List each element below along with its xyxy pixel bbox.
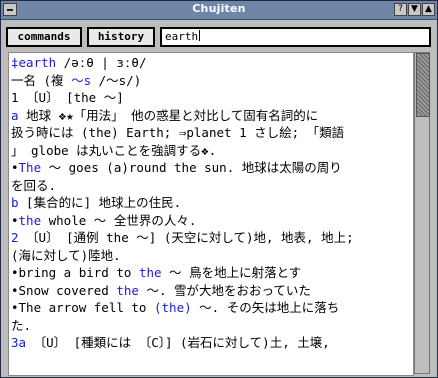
maximize-button[interactable]: ▲ bbox=[422, 3, 435, 16]
definition-line: •the whole ～ 全世界の人々. bbox=[11, 212, 413, 230]
highlighted-term: 2 bbox=[11, 230, 19, 245]
window-title: Chujiten bbox=[192, 2, 246, 15]
definition-text-segment: • bbox=[11, 212, 19, 228]
definition-text-segment: 一名 (複 bbox=[11, 72, 72, 88]
title-bar[interactable]: Chujiten ? ▼ ▲ bbox=[1, 1, 437, 20]
definition-line: •bring a bird to the ～ 鳥を地上に射落とす bbox=[11, 264, 413, 282]
scrollbar-thumb[interactable] bbox=[416, 53, 430, 117]
highlighted-term: b bbox=[11, 195, 19, 210]
definition-line: •Snow covered the ～. 雪が大地をおおっていた bbox=[11, 282, 413, 300]
definition-text-segment: 扱う時には (the) Earth; ⇒planet 1 さし絵; 「類語 bbox=[11, 125, 345, 140]
definition-text-segment: 〔U〕 [通例 the ～] (天空に対して)地, 地表, 地上; bbox=[18, 230, 354, 245]
definition-line: 一名 (複 ～s /～s/) bbox=[11, 72, 413, 90]
definition-line: 」 globe は丸いことを強調する❖. bbox=[11, 142, 413, 160]
definition-text-segment: [集合的に] 地球上の住民. bbox=[18, 195, 182, 210]
definition-text-segment: ～ goes (a)round the sun. 地球は太陽の周り bbox=[41, 160, 342, 175]
definition-text-segment: whole ～ 全世界の人々. bbox=[41, 212, 197, 228]
definition-text-segment: 」 globe は丸いことを強調する❖. bbox=[11, 142, 217, 158]
highlighted-term: the bbox=[116, 282, 139, 298]
search-input-value: earth bbox=[165, 30, 199, 43]
definition-text-segment: /～s/) bbox=[91, 72, 142, 88]
definition-line: •The ～ goes (a)round the sun. 地球は太陽の周り bbox=[11, 159, 413, 177]
minimize-button[interactable]: ▼ bbox=[408, 3, 421, 16]
definition-pane[interactable]: ‡earth /əːθ | ɜːθ/ 一名 (複 ～s /～s/) 1 〔U〕 … bbox=[8, 52, 414, 376]
definition-text-segment: 〔U〕 [種類には 〔C〕] (岩石に対して)土, 土壌, bbox=[26, 335, 330, 350]
highlighted-term: the bbox=[18, 212, 42, 228]
toolbar: commands history earth bbox=[1, 20, 437, 50]
definition-line: 3a 〔U〕 [種類には 〔C〕] (岩石に対して)土, 土壌, bbox=[11, 334, 413, 352]
definition-line: b [集合的に] 地球上の住民. bbox=[11, 194, 413, 212]
highlighted-term: a bbox=[11, 107, 27, 123]
definition-text-segment: (海に対して)陸地. bbox=[11, 247, 121, 263]
definition-text: ‡earth /əːθ | ɜːθ/ 一名 (複 ～s /～s/) 1 〔U〕 … bbox=[11, 54, 413, 352]
text-cursor bbox=[199, 30, 201, 41]
app-window: Chujiten ? ▼ ▲ commands history earth ‡e… bbox=[0, 0, 438, 378]
definition-text-segment: • bbox=[11, 160, 19, 175]
definition-text-segment: •Snow covered bbox=[11, 282, 117, 298]
definition-text-segment: 地球 ❖★「用法」 他の惑星と対比して固有名詞的に bbox=[26, 107, 319, 123]
highlighted-term: (the) bbox=[154, 300, 192, 315]
definition-line: 1 〔U〕 [the ～] bbox=[11, 89, 413, 107]
definition-text-segment: •The arrow fell to bbox=[11, 300, 154, 315]
definition-line: 扱う時には (the) Earth; ⇒planet 1 さし絵; 「類語 bbox=[11, 124, 413, 142]
definition-text-segment: 1 〔U〕 [the ～] bbox=[11, 90, 124, 105]
definition-text-segment: •bring a bird to bbox=[11, 265, 139, 280]
highlighted-term: ～s bbox=[71, 72, 92, 88]
definition-text-segment: ～. 雪が大地をおおっていた bbox=[138, 282, 311, 298]
definition-line: た. bbox=[11, 317, 413, 335]
definition-text-segment: た. bbox=[11, 317, 32, 333]
definition-text-segment: を回る. bbox=[11, 177, 57, 193]
highlighted-term: The bbox=[18, 160, 42, 175]
definition-line: (海に対して)陸地. bbox=[11, 247, 413, 265]
definition-text-segment: ～ 鳥を地上に射落とす bbox=[161, 265, 302, 280]
help-button[interactable]: ? bbox=[394, 3, 407, 16]
vertical-scrollbar[interactable] bbox=[414, 52, 430, 374]
definition-line: 2 〔U〕 [通例 the ～] (天空に対して)地, 地表, 地上; bbox=[11, 229, 413, 247]
definition-line: •The arrow fell to (the) ～. その矢は地上に落ち bbox=[11, 299, 413, 317]
history-button[interactable]: history bbox=[87, 27, 155, 47]
search-input[interactable]: earth bbox=[160, 27, 431, 47]
definition-line: a 地球 ❖★「用法」 他の惑星と対比して固有名詞的に bbox=[11, 107, 413, 125]
definition-text-segment: ～. その矢は地上に落ち bbox=[191, 300, 340, 315]
highlighted-term: ‡earth bbox=[11, 55, 57, 70]
commands-button[interactable]: commands bbox=[6, 27, 82, 47]
definition-line: を回る. bbox=[11, 177, 413, 195]
highlighted-term: 3a bbox=[11, 335, 27, 350]
definition-line: ‡earth /əːθ | ɜːθ/ bbox=[11, 54, 413, 72]
highlighted-term: the bbox=[138, 265, 162, 280]
definition-text-segment: /əːθ | ɜːθ/ bbox=[56, 55, 147, 70]
